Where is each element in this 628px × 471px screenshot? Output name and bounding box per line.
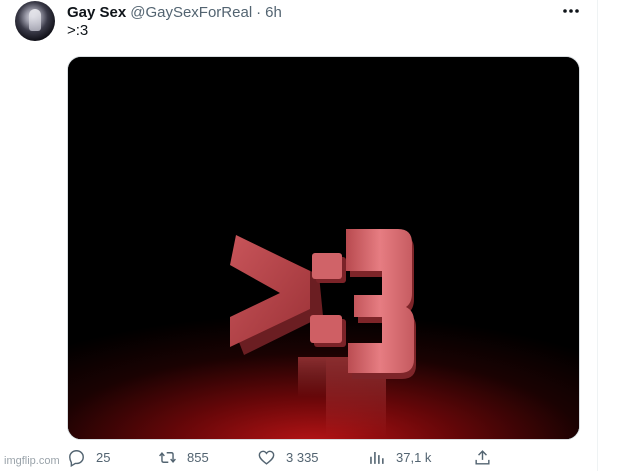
tweet-media[interactable] bbox=[67, 56, 580, 440]
views-count: 37,1 k bbox=[396, 450, 432, 465]
more-horizontal-icon[interactable] bbox=[561, 2, 581, 20]
repost-button[interactable]: 855 bbox=[158, 444, 209, 471]
like-button[interactable]: 3 335 bbox=[257, 444, 319, 471]
timeline-border bbox=[597, 0, 598, 471]
share-icon bbox=[475, 450, 490, 465]
user-handle[interactable]: @GaySexForReal bbox=[130, 4, 252, 21]
like-count: 3 335 bbox=[286, 450, 319, 465]
repost-count: 855 bbox=[187, 450, 209, 465]
heart-icon bbox=[258, 450, 275, 465]
imgflip-watermark: imgflip.com bbox=[4, 455, 60, 467]
reply-icon bbox=[69, 450, 84, 467]
reply-count: 25 bbox=[96, 450, 111, 465]
views-chart-icon bbox=[370, 451, 384, 464]
views-button[interactable]: 37,1 k bbox=[367, 444, 431, 471]
media-image bbox=[68, 57, 579, 439]
repost-icon bbox=[159, 452, 176, 463]
display-name[interactable]: Gay Sex bbox=[67, 4, 126, 21]
tweet-actions: 25 855 3 335 37,1 k bbox=[0, 444, 597, 471]
separator-dot: · bbox=[256, 3, 262, 21]
share-button[interactable] bbox=[473, 444, 492, 471]
timestamp[interactable]: 6h bbox=[265, 4, 282, 21]
avatar[interactable] bbox=[15, 1, 55, 41]
tweet-header: Gay Sex @GaySexForReal · 6h bbox=[67, 2, 282, 22]
reply-button[interactable]: 25 bbox=[67, 444, 110, 471]
tweet-text: >:3 bbox=[67, 22, 89, 39]
